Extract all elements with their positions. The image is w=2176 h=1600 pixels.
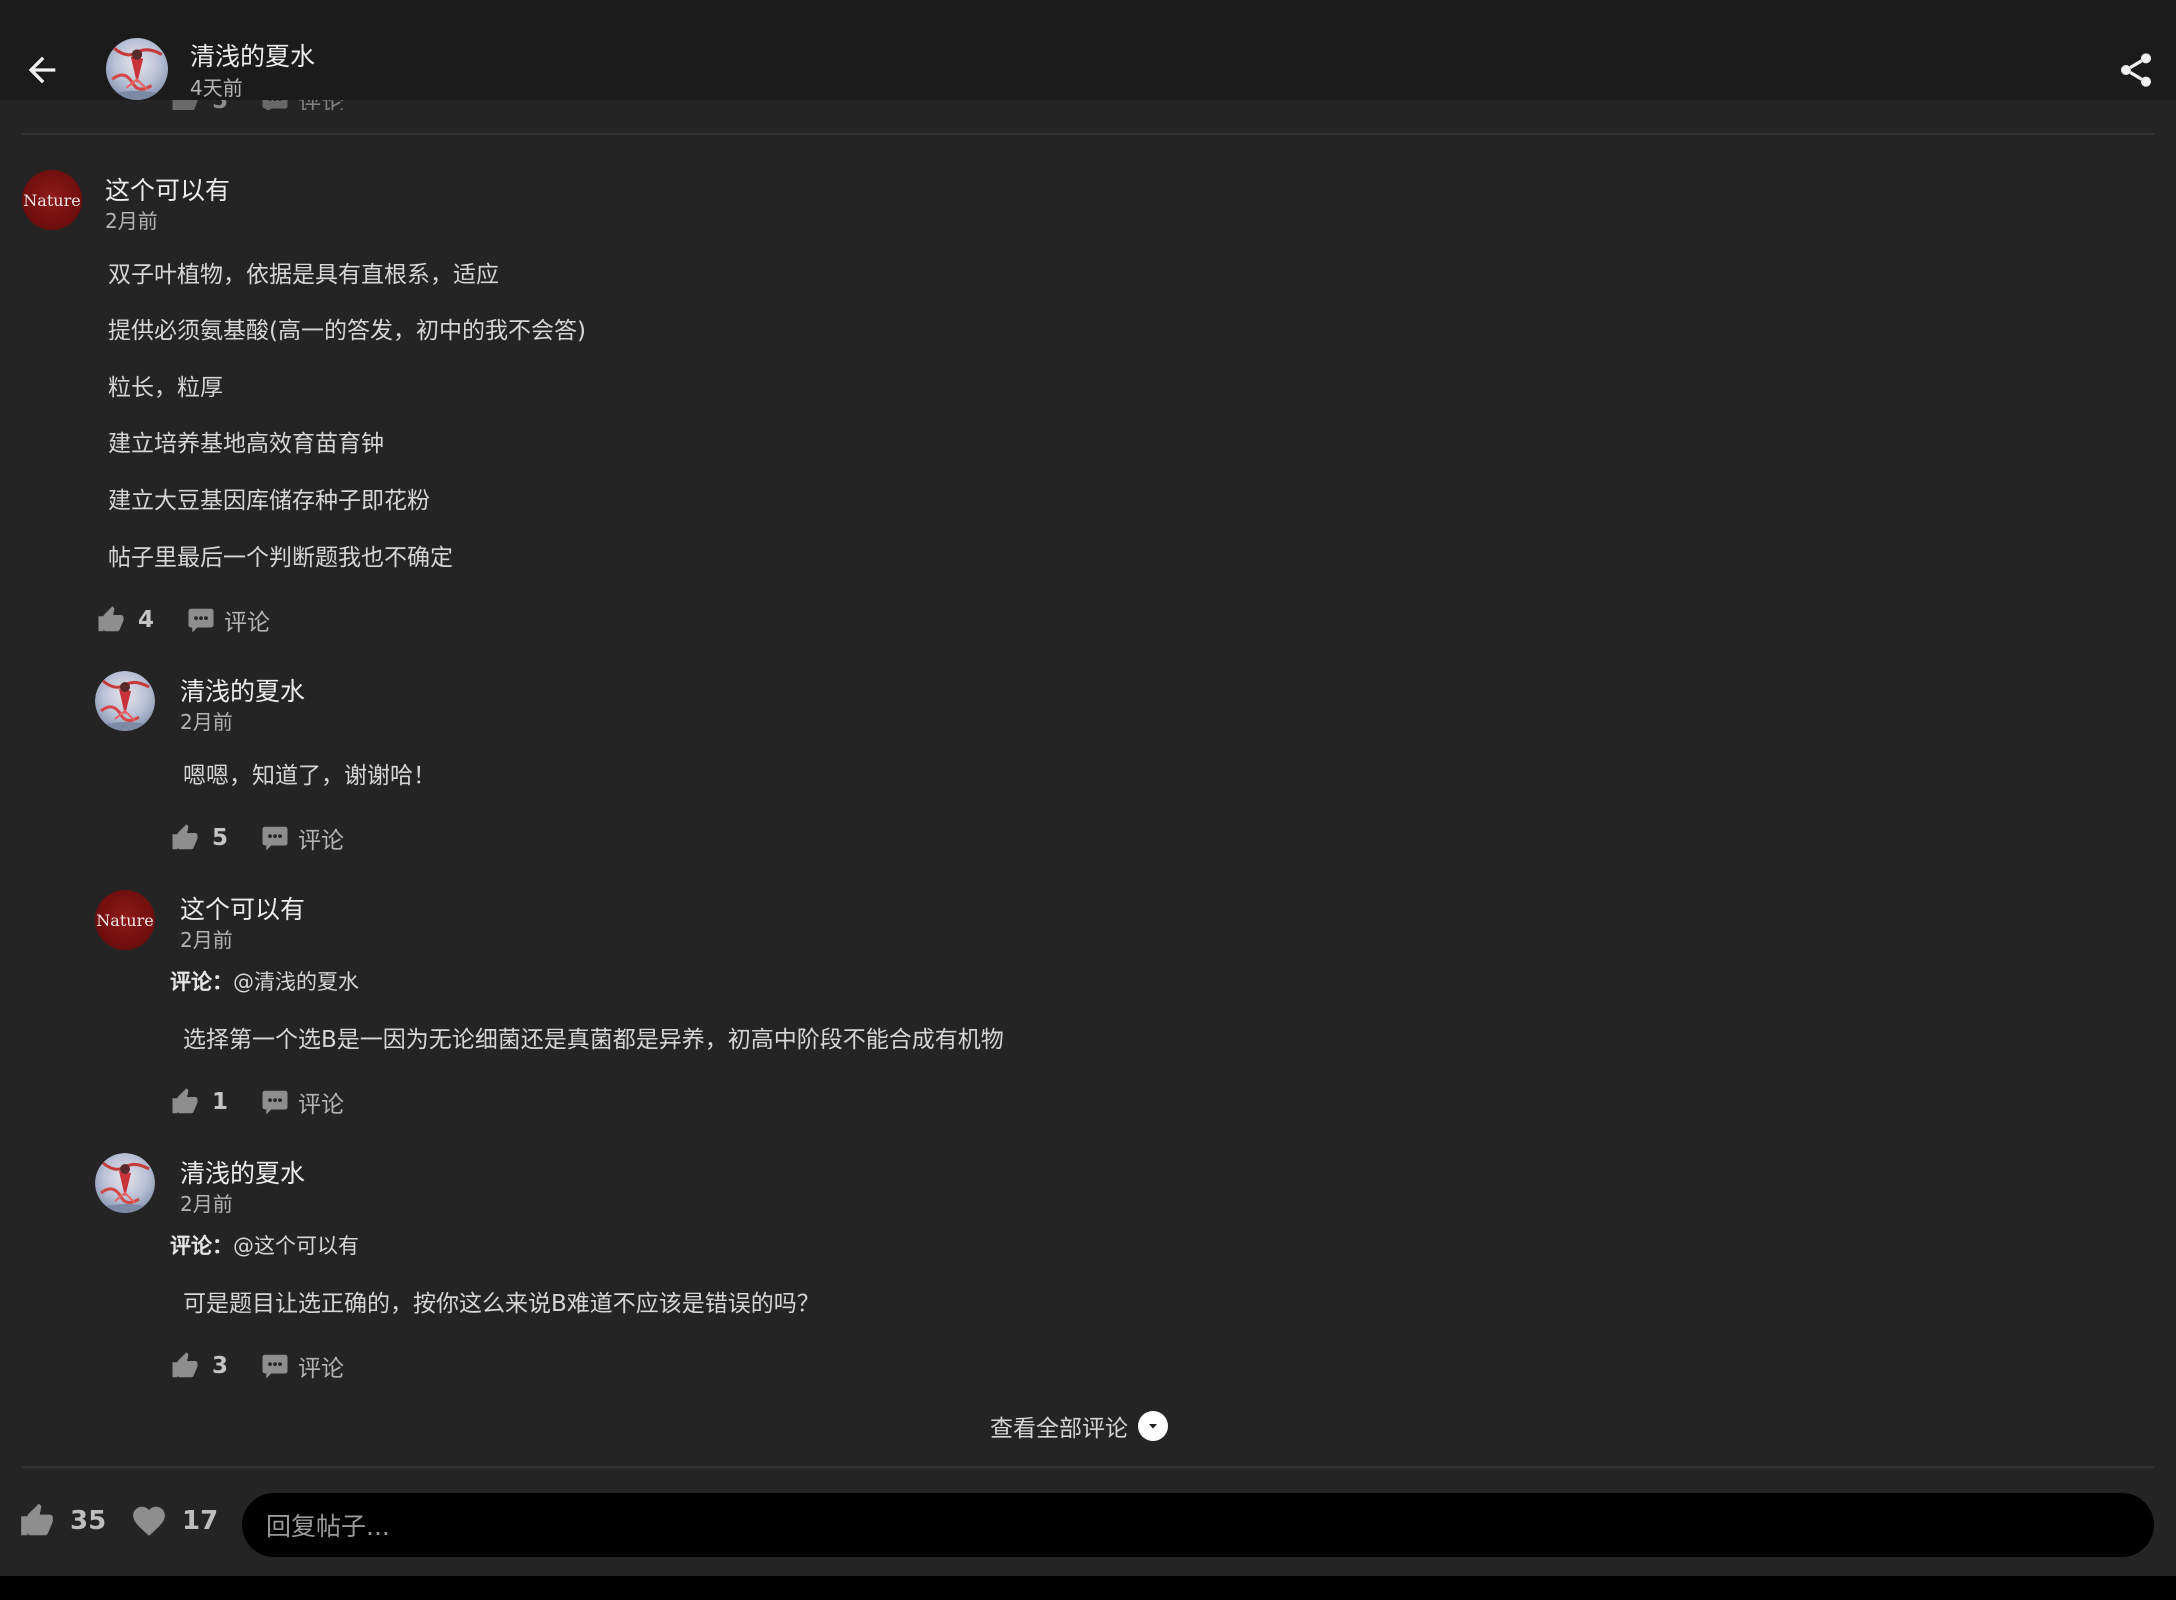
reply-actions: 5 评论 <box>170 818 344 858</box>
post-like-button[interactable]: 35 <box>18 1502 106 1540</box>
post-like-count: 35 <box>70 1506 107 1536</box>
avatar-logo-text: Nature <box>96 910 154 930</box>
thumbs-up-icon[interactable] <box>170 1087 200 1117</box>
post-favorite-button[interactable]: 17 <box>130 1502 218 1540</box>
post-author-name[interactable]: 清浅的夏水 <box>190 37 315 73</box>
reply-text: 可是题目让选正确的，按你这么来说B难道不应该是错误的吗？ <box>183 1291 820 1317</box>
reply-mention[interactable]: @这个可以有 <box>233 1234 359 1258</box>
comment-time: 2月前 <box>105 209 158 233</box>
view-all-comments-button[interactable]: 查看全部评论 <box>990 1408 1168 1444</box>
replier-name[interactable]: 清浅的夏水 <box>180 1154 305 1190</box>
thumbs-up-icon[interactable] <box>96 605 126 635</box>
back-arrow-icon[interactable] <box>22 50 62 90</box>
comment-text-line: 双子叶植物，依据是具有直根系，适应 <box>108 262 499 288</box>
post-detail-page: 5 评论 清浅的夏水 4天前 Nature 这个可以有 2月前 双子叶植物，依据… <box>0 0 2176 1600</box>
heart-icon <box>130 1502 168 1540</box>
reply-text: 选择第一个选B是一因为无论细菌还是真菌都是异养，初高中阶段不能合成有机物 <box>183 1027 1004 1053</box>
comment-button[interactable]: 评论 <box>224 603 270 637</box>
reply-prefix: 评论： <box>170 1234 233 1258</box>
comment-text-line: 建立大豆基因库储存种子即花粉 <box>108 488 430 514</box>
thumbs-up-icon <box>18 1502 56 1540</box>
comment-icon[interactable] <box>260 823 290 853</box>
reply-actions: 3 评论 <box>170 1346 344 1386</box>
post-time: 4天前 <box>190 76 243 100</box>
avatar-logo-text: Nature <box>23 190 81 210</box>
commenter-name[interactable]: 这个可以有 <box>105 171 230 207</box>
reply-time: 2月前 <box>180 710 233 734</box>
replier-avatar[interactable] <box>95 671 155 731</box>
replier-name[interactable]: 这个可以有 <box>180 890 305 926</box>
system-nav-strip <box>0 1576 2176 1600</box>
thumbs-up-icon[interactable] <box>170 1351 200 1381</box>
share-icon[interactable] <box>2116 50 2156 90</box>
comment-text-line: 粒长，粒厚 <box>108 375 223 401</box>
post-favorite-count: 17 <box>182 1506 219 1536</box>
comment-icon[interactable] <box>260 1087 290 1117</box>
reply-post-input[interactable]: 回复帖子... <box>242 1493 2154 1557</box>
divider <box>22 133 2154 135</box>
reply-actions: 1 评论 <box>170 1082 344 1122</box>
like-count: 3 <box>212 1353 229 1379</box>
comment-button[interactable]: 评论 <box>298 821 344 855</box>
comment-actions: 4 评论 <box>96 600 270 640</box>
comment-icon[interactable] <box>186 605 216 635</box>
like-count: 1 <box>212 1089 229 1115</box>
comment-icon[interactable] <box>260 1351 290 1381</box>
reply-time: 2月前 <box>180 928 233 952</box>
thumbs-up-icon[interactable] <box>170 823 200 853</box>
comment-text-line: 提供必须氨基酸(高一的答发，初中的我不会答) <box>108 318 586 344</box>
like-count: 5 <box>212 825 229 851</box>
reply-text: 嗯嗯，知道了，谢谢哈！ <box>183 763 436 789</box>
reply-mention[interactable]: @清浅的夏水 <box>233 970 359 994</box>
comment-button[interactable]: 评论 <box>298 1349 344 1383</box>
like-count: 4 <box>138 607 155 633</box>
author-avatar[interactable] <box>106 38 168 100</box>
chevron-down-icon <box>1138 1411 1168 1441</box>
view-all-label: 查看全部评论 <box>990 1416 1128 1442</box>
reply-target: 评论：@这个可以有 <box>170 1230 359 1260</box>
comment-button[interactable]: 评论 <box>298 1085 344 1119</box>
replier-avatar[interactable]: Nature <box>95 890 155 950</box>
divider <box>22 1466 2154 1468</box>
reply-time: 2月前 <box>180 1192 233 1216</box>
reply-prefix: 评论： <box>170 970 233 994</box>
commenter-avatar[interactable]: Nature <box>22 170 82 230</box>
replier-name[interactable]: 清浅的夏水 <box>180 672 305 708</box>
comment-text-line: 建立培养基地高效育苗育钟 <box>108 431 384 457</box>
reply-target: 评论：@清浅的夏水 <box>170 966 359 996</box>
top-bar: 清浅的夏水 4天前 <box>0 0 2176 100</box>
replier-avatar[interactable] <box>95 1153 155 1213</box>
reply-placeholder: 回复帖子... <box>266 1512 390 1541</box>
comment-text-line: 帖子里最后一个判断题我也不确定 <box>108 545 453 571</box>
